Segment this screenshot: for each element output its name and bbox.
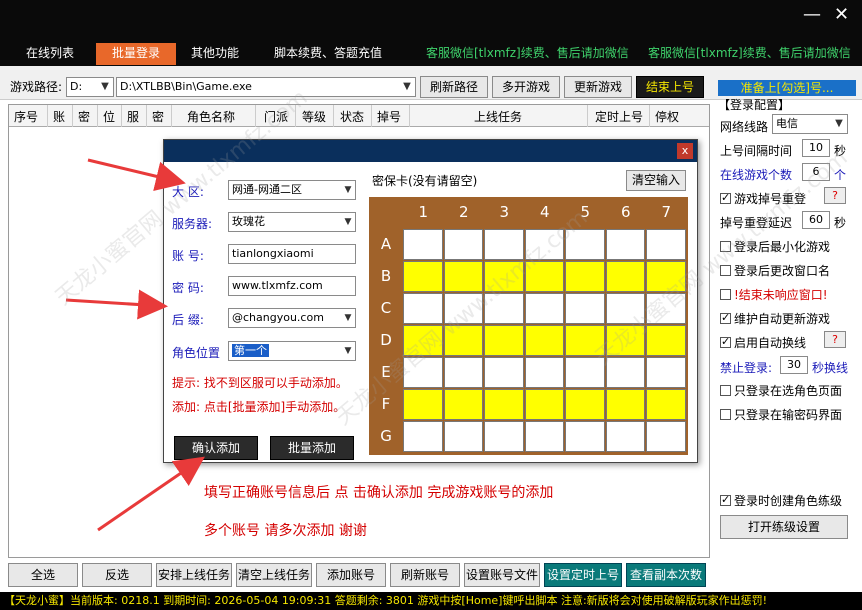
arrow-to-region (87, 158, 186, 192)
annotation-arrows (65, 158, 205, 532)
arrow-to-suffix (65, 289, 168, 320)
arrow-to-confirm (97, 456, 205, 532)
